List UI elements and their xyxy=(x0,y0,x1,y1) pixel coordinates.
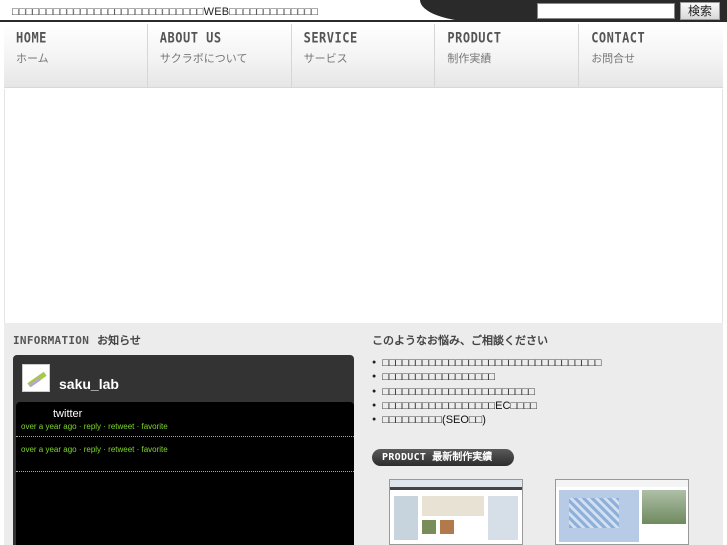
twitter-widget: saku_lab twitter over a year ago · reply… xyxy=(13,355,354,545)
information-heading-ja: お知らせ xyxy=(97,334,141,347)
thumbnail-graphic xyxy=(422,520,436,534)
nav-item-product[interactable]: PRODUCT 制作実績 xyxy=(435,24,580,87)
nav-label-ja: 制作実績 xyxy=(447,52,492,65)
nav-label-en: SERVICE xyxy=(303,30,358,47)
consult-heading: このようなお悩み、ご相談ください xyxy=(372,332,548,348)
thumbnail-graphic xyxy=(422,496,484,516)
nav-label-en: PRODUCT xyxy=(447,30,502,47)
thumbnail-graphic xyxy=(390,480,522,487)
thumbnail-graphic xyxy=(556,480,688,487)
thumbnail-graphic xyxy=(559,490,639,542)
consult-heading-text: このようなお悩み、ご相談ください xyxy=(372,334,548,347)
tweet-feed: twitter over a year ago · reply · retwee… xyxy=(16,402,354,545)
nav-label-ja: お問合せ xyxy=(591,52,636,65)
list-item: □□□□□□□□□□□□□□□□□□□□□□□□□□□□□□□□□ xyxy=(372,356,601,370)
list-item: □□□□□□□□□□□□□□□□□□□□□□□ xyxy=(372,385,602,399)
list-item: □□□□□□□□□(SEO□□) xyxy=(372,413,602,427)
thumbnail-graphic xyxy=(642,490,686,524)
header-rule xyxy=(0,20,727,22)
product-thumbnail[interactable] xyxy=(555,479,689,545)
nav-item-service[interactable]: SERVICE サービス xyxy=(292,24,436,87)
avatar[interactable] xyxy=(22,364,50,392)
nav-item-contact[interactable]: CONTACT お問合せ xyxy=(579,24,723,87)
nav-label-en: HOME xyxy=(16,30,47,47)
global-nav: HOME ホーム ABOUT US サクラボについて SERVICE サービス … xyxy=(4,24,723,88)
product-heading: PRODUCT 最新制作実績 xyxy=(372,449,514,466)
list-item: □□□□□□□□□□□□□□□□□EC□□□□ xyxy=(372,399,602,413)
search-button[interactable]: 検索 xyxy=(680,2,720,20)
tweet-meta[interactable]: over a year ago · reply · retweet · favo… xyxy=(21,422,354,431)
search-input[interactable] xyxy=(537,3,675,19)
nav-item-home[interactable]: HOME ホーム xyxy=(4,24,148,87)
site-tagline: □□□□□□□□□□□□□□□□□□□□□□□□□□□□WEB□□□□□□□□□… xyxy=(12,6,319,18)
main-visual-area xyxy=(4,89,723,323)
tweet-item: twitter over a year ago · reply · retwee… xyxy=(16,402,354,437)
product-heading-ja: 最新制作実績 xyxy=(432,452,493,463)
nav-label-en: CONTACT xyxy=(591,30,646,47)
nav-label-en: ABOUT US xyxy=(159,30,222,47)
list-item: □□□□□□□□□□□□□□□□□ xyxy=(372,370,602,384)
thumbnail-graphic xyxy=(488,496,518,540)
information-heading-en: INFORMATION xyxy=(13,334,90,347)
thumbnail-graphic xyxy=(390,487,522,490)
product-thumbnail[interactable] xyxy=(389,479,523,545)
nav-label-ja: ホーム xyxy=(16,52,49,65)
tweet-text: twitter xyxy=(53,408,83,420)
thumbnail-graphic xyxy=(440,520,454,534)
nav-label-ja: サクラボについて xyxy=(159,52,248,65)
nav-label-ja: サービス xyxy=(303,52,348,65)
consult-list: □□□□□□□□□□□□□□□□□□□□□□□□□□□□□□□□□ □□□□□□… xyxy=(372,356,602,427)
thumbnail-graphic xyxy=(394,496,418,540)
tweet-meta[interactable]: over a year ago · reply · retweet · favo… xyxy=(21,445,354,454)
top-bar: □□□□□□□□□□□□□□□□□□□□□□□□□□□□WEB□□□□□□□□□… xyxy=(0,0,727,22)
information-heading: INFORMATION お知らせ xyxy=(13,332,141,348)
nav-item-about[interactable]: ABOUT US サクラボについて xyxy=(148,24,292,87)
twitter-username[interactable]: saku_lab xyxy=(59,376,119,392)
tweet-item: over a year ago · reply · retweet · favo… xyxy=(16,437,354,472)
product-heading-en: PRODUCT xyxy=(382,452,427,463)
